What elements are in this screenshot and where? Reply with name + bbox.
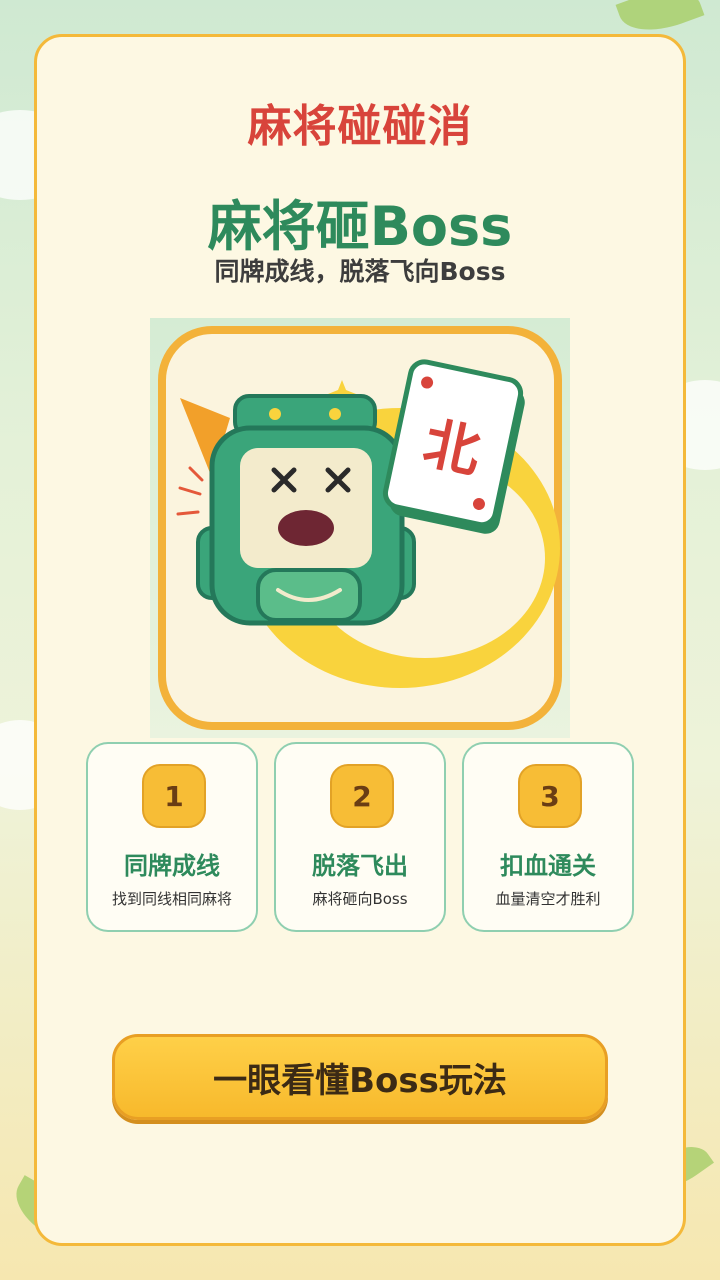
boss-tutorial-button[interactable]: 一眼看懂Boss玩法 [112,1034,608,1120]
step-description: 找到同线相同麻将 [111,890,232,908]
step-description: 麻将砸向Boss [312,890,408,908]
step-card-1: 1 同牌成线 找到同线相同麻将 [86,742,258,932]
boss-robot-icon: 北 [158,326,562,730]
step-number: 2 [330,764,394,828]
step-title: 脱落飞出 [312,852,408,880]
step-card-3: 3 扣血通关 血量清空才胜利 [462,742,634,932]
step-card-2: 2 脱落飞出 麻将砸向Boss [274,742,446,932]
step-title: 同牌成线 [124,852,220,880]
boss-illustration: 北 [150,318,570,738]
app-title: 麻将碰碰消 [247,101,473,152]
step-title: 扣血通关 [500,852,596,880]
step-number: 1 [142,764,206,828]
step-description: 血量清空才胜利 [495,890,601,908]
step-list: 1 同牌成线 找到同线相同麻将 2 脱落飞出 麻将砸向Boss 3 扣血通关 血… [86,742,636,934]
step-number: 3 [518,764,582,828]
mode-subtitle: 同牌成线，脱落飞向Boss [214,257,506,286]
mode-title: 麻将砸Boss [207,195,513,258]
